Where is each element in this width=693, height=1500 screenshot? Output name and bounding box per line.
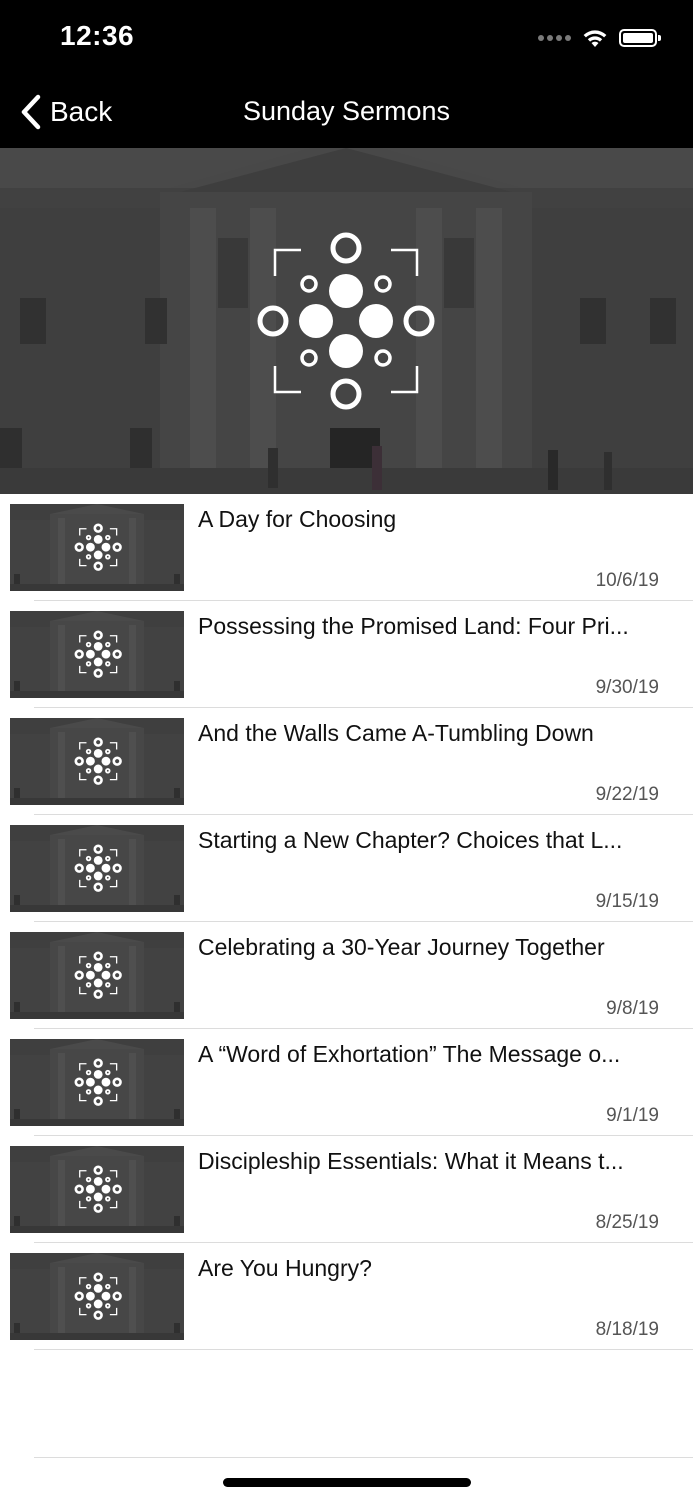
sermon-date: 8/18/19 (595, 1319, 659, 1340)
sermon-date: 10/6/19 (595, 570, 659, 591)
sermon-title: A “Word of Exhortation” The Message o... (198, 1041, 621, 1067)
sermon-date: 9/30/19 (595, 677, 659, 698)
sermon-thumbnail (10, 1146, 184, 1233)
sermon-date: 9/8/19 (606, 998, 659, 1019)
sermon-row[interactable]: Discipleship Essentials: What it Means t… (0, 1136, 693, 1243)
sermon-thumbnail (10, 932, 184, 1019)
sermon-thumbnail (10, 1253, 184, 1340)
sermon-title: And the Walls Came A-Tumbling Down (198, 720, 594, 746)
sermon-row[interactable]: Starting a New Chapter? Choices that L..… (0, 815, 693, 922)
sermon-row[interactable]: And the Walls Came A-Tumbling Down 9/22/… (0, 708, 693, 815)
back-button[interactable]: Back (20, 92, 112, 132)
chevron-left-icon (21, 94, 41, 130)
sermon-title: Are You Hungry? (198, 1255, 372, 1281)
sermon-thumbnail (10, 611, 184, 698)
sermon-row[interactable]: Possessing the Promised Land: Four Pri..… (0, 601, 693, 708)
sermon-thumbnail (10, 825, 184, 912)
church-logo (257, 232, 435, 410)
sermon-row[interactable]: A Day for Choosing 10/6/19 (0, 494, 693, 601)
sermon-date: 9/15/19 (595, 891, 659, 912)
back-label: Back (50, 96, 113, 127)
sermon-title: Possessing the Promised Land: Four Pri..… (198, 613, 629, 639)
sermon-date: 8/25/19 (595, 1212, 659, 1233)
top-bar: 12:36 Back Sunday Sermons (0, 0, 693, 148)
sermon-title: A Day for Choosing (198, 506, 397, 532)
sermon-thumbnail (10, 1039, 184, 1126)
sermon-date: 9/1/19 (606, 1105, 659, 1126)
sermon-thumbnail (10, 504, 184, 591)
sermon-row[interactable]: Celebrating a 30-Year Journey Together 9… (0, 922, 693, 1029)
home-indicator[interactable] (223, 1478, 471, 1487)
status-time: 12:36 (60, 20, 135, 51)
bottom-divider (34, 1457, 693, 1458)
sermon-row[interactable]: Are You Hungry? 8/18/19 (0, 1243, 693, 1350)
sermon-title: Starting a New Chapter? Choices that L..… (198, 827, 623, 853)
wifi-icon (583, 30, 607, 47)
battery-icon (619, 29, 661, 47)
status-icons (538, 26, 661, 50)
sermon-title: Discipleship Essentials: What it Means t… (198, 1148, 624, 1174)
row-divider (34, 1349, 693, 1350)
sermon-thumbnail (10, 718, 184, 805)
sermon-date: 9/22/19 (595, 784, 659, 805)
sermon-list: A Day for Choosing 10/6/19 Possessing th… (0, 494, 693, 1350)
sermon-row[interactable]: A “Word of Exhortation” The Message o...… (0, 1029, 693, 1136)
sermon-title: Celebrating a 30-Year Journey Together (198, 934, 605, 960)
cellular-signal-icon (538, 35, 571, 41)
